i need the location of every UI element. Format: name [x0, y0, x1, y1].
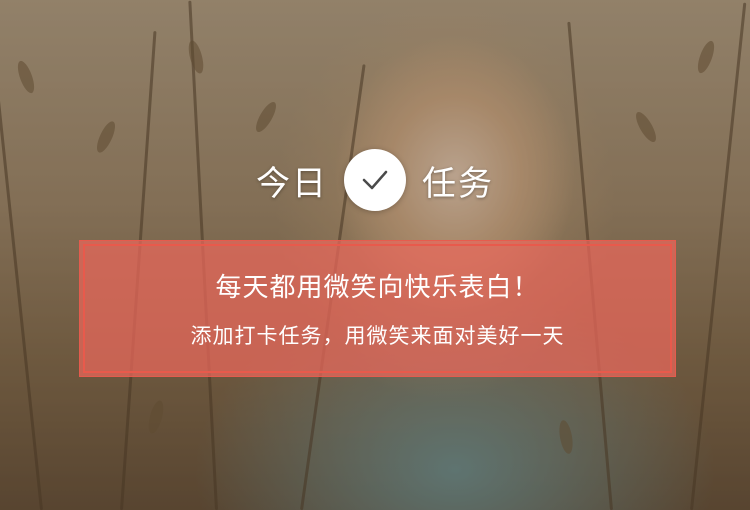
- heading-right-text: 任务: [422, 163, 494, 204]
- checkmark-icon-glyph: [362, 170, 388, 190]
- checkmark-icon: [344, 149, 406, 211]
- today-task-heading: 今日 任务: [0, 148, 750, 212]
- hero-photo: 今日 任务 每天都用微笑向快乐表白！ 添加打卡任务，用微笑来面对美好一天: [0, 0, 750, 510]
- heading-left-text: 今日: [256, 163, 328, 204]
- banner-subtitle: 添加打卡任务，用微笑来面对美好一天: [190, 324, 565, 348]
- promo-banner: 每天都用微笑向快乐表白！ 添加打卡任务，用微笑来面对美好一天: [79, 240, 676, 377]
- banner-title: 每天都用微笑向快乐表白！: [215, 273, 540, 303]
